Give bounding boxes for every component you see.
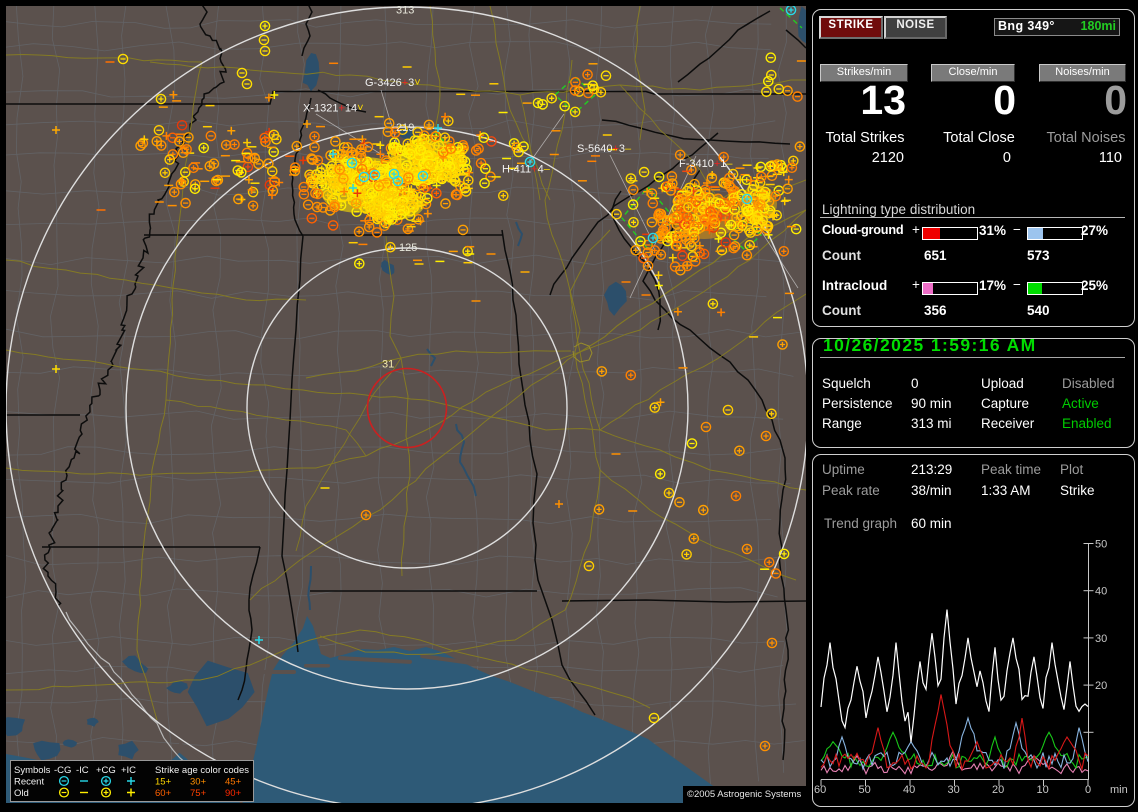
svg-text:F-3410+1–: F-3410+1– [679,158,733,170]
svg-text:125: 125 [399,242,417,254]
svg-text:+CG: +CG [96,765,116,776]
svg-text:Symbols: Symbols [14,765,51,776]
svg-text:20: 20 [992,784,1004,796]
svg-text:H-411+4–: H-411+4– [502,164,551,176]
svg-text:Old: Old [14,788,29,799]
svg-text:-CG: -CG [54,765,71,776]
svg-text:G-3426+3˅: G-3426+3˅ [365,77,421,89]
svg-text:40: 40 [1095,586,1107,598]
svg-text:75+: 75+ [190,788,207,799]
svg-text:X-1321+14˅: X-1321+14˅ [303,103,364,115]
svg-text:30: 30 [1095,633,1107,645]
svg-text:10: 10 [1037,784,1049,796]
svg-text:45+: 45+ [225,777,242,788]
svg-text:50: 50 [859,784,871,796]
svg-text:50: 50 [1095,539,1107,551]
svg-text:Strike age color codes: Strike age color codes [155,765,249,776]
svg-text:S-5640+3–: S-5640+3– [577,143,632,155]
svg-text:-IC: -IC [76,765,89,776]
svg-text:min: min [1110,784,1128,796]
svg-text:40: 40 [903,784,915,796]
svg-text:30: 30 [948,784,960,796]
svg-text:60+: 60+ [155,788,172,799]
svg-text:90+: 90+ [225,788,242,799]
svg-text:©2005 Astrogenic Systems: ©2005 Astrogenic Systems [687,789,801,800]
svg-text:20: 20 [1095,680,1107,692]
svg-text:60: 60 [814,784,826,796]
svg-text:30+: 30+ [190,777,207,788]
svg-text:0: 0 [1085,784,1091,796]
svg-text:313: 313 [396,6,414,17]
svg-text:15+: 15+ [155,777,172,788]
svg-text:+IC: +IC [121,765,136,776]
svg-text:Recent: Recent [14,777,44,788]
svg-text:31: 31 [382,359,394,371]
svg-text:219: 219 [396,122,414,134]
